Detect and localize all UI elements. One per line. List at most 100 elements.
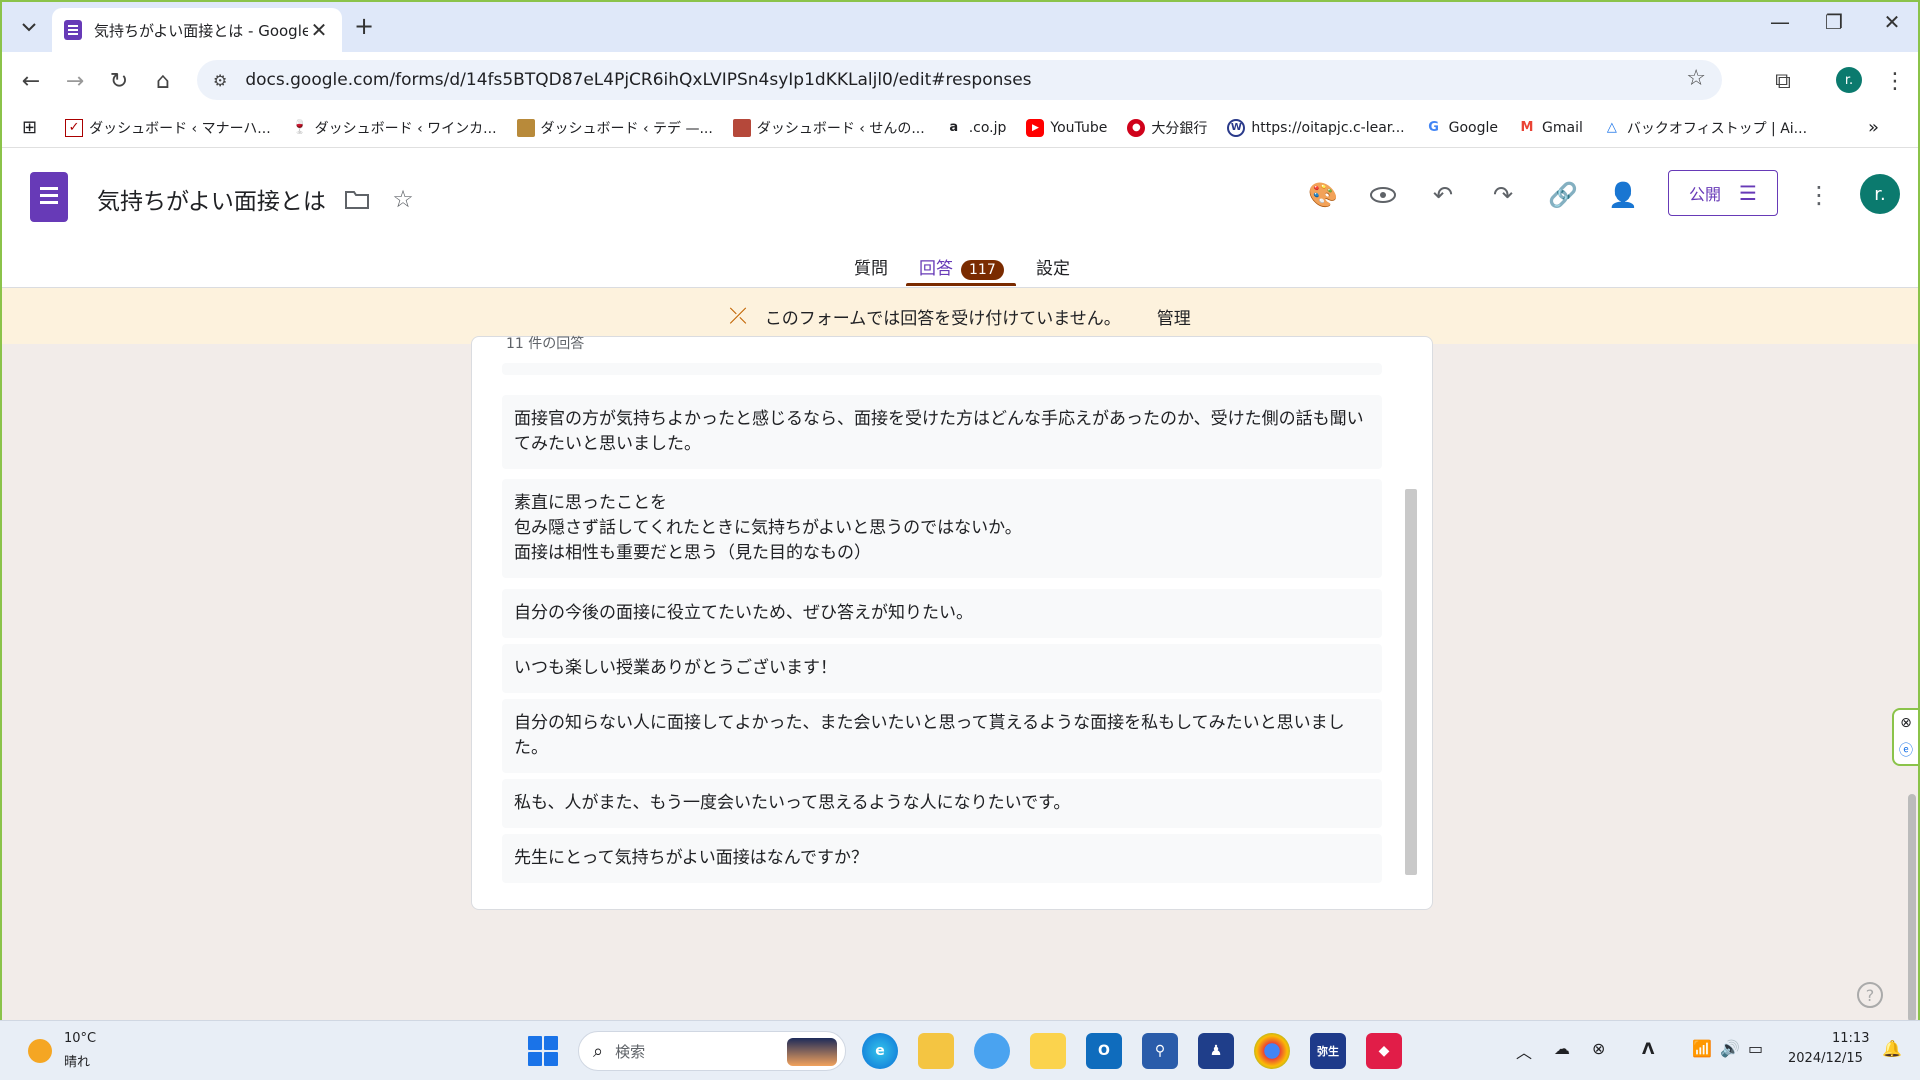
tab-settings[interactable]: 設定 [1036,254,1070,279]
window-close-button[interactable]: ✕ [1872,10,1912,34]
cloud-sync-icon[interactable]: ☁ [1554,1039,1570,1058]
bookmark-item[interactable]: ダッシュボード ‹ せんの... [732,118,925,138]
tab-questions[interactable]: 質問 [854,254,888,279]
clock-date[interactable]: 2024/12/15 [1788,1051,1863,1066]
list-item: 自分の知らない人に面接してよかった、また会いたいと思って貰えるような面接を私もし… [502,699,1382,773]
tab-responses[interactable]: 回答 117 [919,254,1004,280]
palette-icon[interactable]: 🎨 [1306,178,1340,212]
list-item: いつも楽しい授業ありがとうございます！ [502,644,1382,693]
close-circle-icon[interactable]: ⊗ [1592,1039,1605,1058]
reload-icon[interactable]: ↻ [104,66,134,96]
onedrive-icon[interactable] [974,1033,1010,1069]
org-app-icon[interactable]: ♟ [1198,1033,1234,1069]
google-forms-icon [64,20,82,40]
browser-tab-active[interactable]: 気持ちがよい面接とは - Google フ ✕ [52,8,342,52]
bookmark-star-icon[interactable]: ☆ [1686,66,1706,91]
volume-icon[interactable]: 🔊 [1720,1039,1740,1058]
network-app-icon[interactable]: ⚲ [1142,1033,1178,1069]
yayoi-icon[interactable]: 弥生 [1310,1033,1346,1069]
windows-taskbar: 10°C 晴れ ⌕ 検索 e O ⚲ ♟ 弥生 ◆ ︿ ☁ ⊗ Λ 📶 🔊 ▭ … [0,1020,1920,1080]
responses-content: 11 件の回答 面接官の方が気持ちよかったと感じるなら、面接を受けた方はどんな手… [2,336,1918,1020]
apps-grid-icon[interactable]: ⊞ [22,117,37,138]
more-bookmarks-icon[interactable]: » [1868,117,1879,138]
publish-button[interactable]: 公開 ☰ [1668,170,1778,216]
bookmark-item[interactable]: ダッシュボード ‹ テデ —... [516,118,713,138]
bookmark-item[interactable]: G Google [1425,119,1498,137]
amazon-icon: a [949,120,959,135]
restore-button[interactable]: ❐ [1814,10,1854,34]
search-highlight-image [787,1038,837,1066]
checkbox-icon: ✓ [65,118,84,137]
responses-count-badge: 117 [961,260,1004,280]
windows-start-icon[interactable] [528,1036,558,1066]
battery-icon[interactable]: ▭ [1748,1039,1763,1058]
bookmark-item[interactable]: M Gmail [1518,119,1583,137]
wifi-icon[interactable]: 📶 [1692,1039,1712,1058]
redo-icon[interactable]: ↷ [1486,178,1520,212]
response-card: 11 件の回答 面接官の方が気持ちよかったと感じるなら、面接を受けた方はどんな手… [471,336,1433,910]
home-icon[interactable]: ⌂ [148,66,178,96]
bookmark-item[interactable]: a .co.jp [945,119,1006,137]
bookmark-item[interactable]: Whttps://oitapjc.c-lear... [1227,118,1405,137]
browser-toolbar: ← → ↻ ⌂ ⚙ docs.google.com/forms/d/14fs5B… [2,52,1918,108]
site-info-icon[interactable]: ⚙ [213,71,227,90]
back-icon[interactable]: ← [16,66,46,96]
more-options-icon[interactable]: ⋮ [1802,178,1836,212]
taskbar-search[interactable]: ⌕ 検索 [578,1031,846,1071]
forms-header: 気持ちがよい面接とは ☆ 🎨 ↶ ↷ 🔗 👤 公開 ☰ ⋮ r. 質問 回答 11… [2,148,1918,288]
tab-search-button[interactable] [14,12,44,42]
star-icon[interactable]: ☆ [386,182,420,216]
list-item: 自分の今後の面接に役立てたいため、ぜひ答えが知りたい。 [502,589,1382,638]
bookmark-item[interactable]: ✓ ダッシュボード ‹ マナーハ... [65,118,271,138]
google-icon: G [1428,120,1439,135]
outlook-icon[interactable]: O [1086,1033,1122,1069]
forms-logo-icon[interactable] [30,172,68,222]
bookmark-item[interactable]: △ バックオフィストップ | Ai... [1603,118,1807,138]
list-item: 先生にとって気持ちがよい面接はなんですか？ [502,834,1382,883]
closed-form-icon: ⤫ [729,303,747,329]
bookmark-item[interactable]: 🍷 ダッシュボード ‹ ワインカ... [291,118,497,138]
extensions-icon[interactable]: ⧉ [1768,66,1798,96]
file-explorer-icon[interactable] [918,1033,954,1069]
profile-avatar[interactable]: r. [1836,67,1862,93]
weather-temp[interactable]: 10°C [64,1031,96,1046]
minimize-button[interactable]: — [1760,10,1800,34]
search-icon: ⌕ [593,1040,604,1062]
account-avatar[interactable]: r. [1860,174,1900,214]
extension-side-widget[interactable]: ⊗ ⓔ [1892,708,1918,766]
undo-icon[interactable]: ↶ [1426,178,1460,212]
browser-window: 気持ちがよい面接とは - Google フ ✕ + — ❐ ✕ ← → ↻ ⌂ … [0,0,1920,1020]
chrome-icon[interactable] [1254,1033,1290,1069]
folder-icon [516,118,535,137]
page-title[interactable]: 気持ちがよい面接とは [97,182,326,216]
weather-desc[interactable]: 晴れ [64,1051,90,1070]
link-icon[interactable]: 🔗 [1546,178,1580,212]
help-icon[interactable]: ? [1857,982,1883,1008]
notification-bell-icon[interactable]: 🔔 [1882,1039,1902,1058]
weather-sun-icon[interactable] [28,1039,52,1063]
close-icon[interactable]: ✕ [308,18,330,42]
address-bar[interactable]: ⚙ docs.google.com/forms/d/14fs5BTQD87eL4… [197,60,1722,100]
responses-scrollbar[interactable] [1405,489,1417,875]
bookmark-item[interactable]: ▶ YouTube [1026,118,1107,137]
manage-link[interactable]: 管理 [1157,304,1191,329]
bookmark-item[interactable]: ● 大分銀行 [1127,118,1207,138]
gallery-icon[interactable] [1030,1033,1066,1069]
edge-icon[interactable]: e [862,1033,898,1069]
browser-menu-icon[interactable]: ⋮ [1880,66,1910,96]
gmail-icon: M [1520,120,1534,135]
forward-icon[interactable]: → [60,66,90,96]
extension-e-icon[interactable]: ⓔ [1899,740,1913,760]
cube-app-icon[interactable]: ◆ [1366,1033,1402,1069]
move-folder-icon[interactable] [340,182,374,216]
app-tray-icon[interactable]: Λ [1642,1039,1654,1058]
responses-count-label: 11 件の回答 [506,336,585,352]
add-collaborator-icon[interactable]: 👤 [1606,178,1640,212]
preview-eye-icon[interactable] [1366,178,1400,212]
page-scrollbar[interactable] [1908,794,1916,1020]
new-tab-button[interactable]: + [354,12,374,40]
close-icon[interactable]: ⊗ [1900,715,1912,731]
bank-icon: ● [1127,118,1146,137]
clock-time[interactable]: 11:13 [1832,1031,1869,1046]
tray-chevron-icon[interactable]: ︿ [1516,1039,1532,1063]
